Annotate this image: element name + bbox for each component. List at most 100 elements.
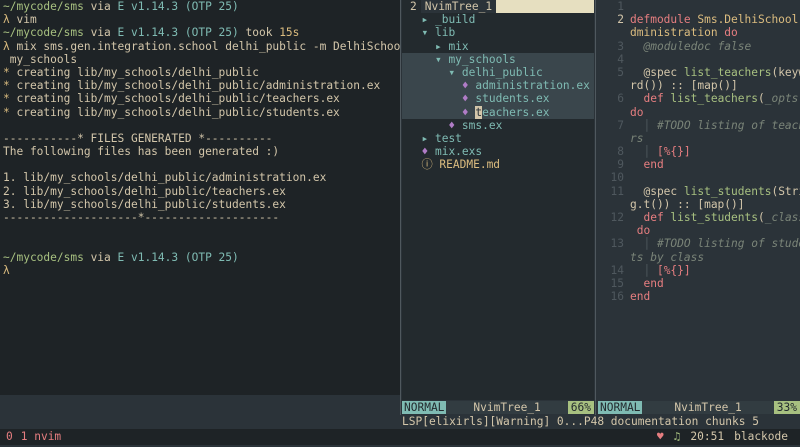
prompt-via: via [83,0,118,13]
code-token: do [630,224,651,238]
terminal-line: * creating lib/my_schools/delhi_public/s… [3,106,400,119]
tree-item-students-ex[interactable]: ♦ students.ex [402,92,594,106]
code-line[interactable]: 11 @spec list_students(Strin [598,185,800,198]
prompt-path: ~/mycode/sms [3,0,84,13]
tmux-clock: 20:51 [690,430,725,444]
prompt-version: E v1.14.3 (OTP 25) [117,26,239,40]
code-text: do [630,106,800,119]
terminal-line: 1. lib/my_schools/delhi_public/administr… [3,171,400,184]
code-line[interactable]: 14 │ [%{}] [598,264,800,277]
output-bullet: * [3,92,10,106]
code-text: │ [%{}] [630,264,800,277]
terminal-line: ~/mycode/sms via E v1.14.3 (OTP 25) [3,0,400,13]
pane-divider [595,0,596,415]
code-token: _opts [764,92,799,106]
command-text: vim [9,13,37,27]
tree-item-label: administration.ex [475,79,590,93]
code-line[interactable]: 13 │ #TODO listing of studen [598,237,800,250]
code-line[interactable]: 7 │ #TODO listing of teache [598,119,800,132]
tree-item--build[interactable]: ▸ _build [402,13,594,26]
tree-item-teachers-ex[interactable]: ♦ teachers.ex [402,105,594,119]
output-text: -----------* FILES GENERATED *---------- [3,131,273,145]
code-text: end [630,158,800,171]
tree-item-mix[interactable]: ▸ mix [402,40,594,53]
code-text: end [630,277,800,290]
mode-indicator: NORMAL [402,401,447,415]
tree-item-my-schools[interactable]: ▾ my_schools [402,52,594,66]
tmux-window[interactable]: 1 nvim [13,430,61,443]
prompt-lambda: λ [3,13,10,27]
code-line[interactable]: dministration do [598,26,800,39]
nvim-tree-pane[interactable]: 2 NvimTree_1 ▸ _build ▾ lib ▸ mix ▾ my_s… [402,0,594,400]
code-line[interactable]: 16 end [598,290,800,303]
tab-number[interactable]: 2 [402,0,421,13]
scroll-percent: 33% [773,401,800,415]
code-line[interactable]: do [598,224,800,237]
tab-name[interactable]: NvimTree_1 [420,0,497,14]
code-text: rd()) :: [map()] [630,79,800,92]
file-tree[interactable]: ▸ _build ▾ lib ▸ mix ▾ my_schools ▾ delh… [402,13,594,171]
code-editor-pane[interactable]: 12 defmodule Sms.DelhiSchool.Administrati… [598,0,800,400]
code-line[interactable]: 1 [598,0,800,13]
code-line[interactable]: 8 │ [%{}] [598,145,800,158]
code-line[interactable]: 12 def list_students(_class) [598,211,800,224]
code-line[interactable]: do [598,106,800,119]
code-line[interactable]: 10 [598,171,800,184]
code-token: g.t()) :: [map()] [630,197,745,211]
code-token: list_students [683,184,772,198]
terminal-pane[interactable]: ~/mycode/sms via E v1.14.3 (OTP 25) λ vim… [0,0,400,395]
code-line[interactable]: 15 end [598,277,800,290]
tree-item-test[interactable]: ▸ test [402,132,594,145]
code-line[interactable]: 6 def list_teachers(_opts) [598,92,800,105]
code-line[interactable]: rd()) :: [map()] [598,79,800,92]
code-line[interactable]: 3 @moduledoc false [598,40,800,53]
code-line[interactable]: g.t()) :: [map()] [598,198,800,211]
statusline-code: NORMAL NvimTree_1 33% [598,401,800,415]
code-line[interactable]: ts by class [598,251,800,264]
code-line[interactable]: 5 @spec list_teachers(keywo [598,66,800,79]
output-text: The following files has been generated :… [3,145,280,159]
line-number: 1 [617,0,624,13]
statusline-filename: NvimTree_1 [674,401,742,414]
tree-item-lib[interactable]: ▾ lib [402,26,594,39]
output-bullet: * [3,79,10,93]
code-text: dministration do [630,26,800,39]
info-icon: ⓘ [421,158,440,172]
tree-item-delhi-public[interactable]: ▾ delhi_public [402,65,594,80]
tmux-session[interactable]: 0 [0,430,13,443]
tree-item-mix-exs[interactable]: ♦ mix.exs [402,145,594,158]
line-number: 6 [617,92,624,106]
tree-item-readme-md[interactable]: ⓘ README.md [402,158,594,171]
tree-item-label: my_schools [448,52,516,66]
tree-item-sms-ex[interactable]: ♦ sms.ex [402,119,594,132]
code-token: #TODO listing of teache [656,118,800,132]
code-token: [%{}] [656,263,691,277]
output-text: --------------------*-------------------… [3,211,280,224]
prompt-lambda: λ [3,39,10,53]
code-token: @moduledoc false [643,39,752,53]
terminal-line: --------------------*-------------------… [3,211,400,224]
code-text: def list_teachers(_opts) [630,92,800,105]
code-text: defmodule Sms.DelhiSchool.A [630,13,800,26]
code-line[interactable]: 4 [598,53,800,66]
code-line[interactable]: 2 defmodule Sms.DelhiSchool.A [598,13,800,26]
folder-chevron-icon: ▸ [421,13,435,27]
code-line[interactable]: rs [598,132,800,145]
output-text: 2. lib/my_schools/delhi_public/teachers.… [3,184,286,198]
prompt-took: took [238,26,280,40]
statusline-tree: NORMAL NvimTree_1 66% [402,401,594,415]
code-line[interactable]: 9 end [598,158,800,171]
tree-item-administration-ex[interactable]: ♦ administration.ex [402,79,594,93]
prompt-via: via [83,26,118,40]
terminal-line: λ mix sms.gen.integration.school delhi_p… [3,40,400,53]
line-number: 16 [610,290,624,304]
line-number [598,251,630,264]
tree-item-label: _build [434,13,476,27]
